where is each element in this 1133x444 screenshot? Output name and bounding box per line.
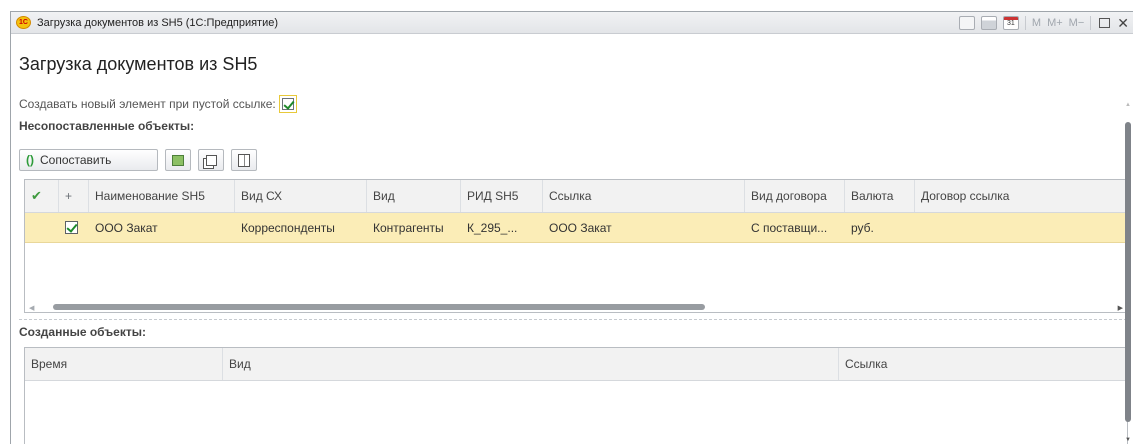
window-title: Загрузка документов из SH5 (1С:Предприят… xyxy=(37,17,279,29)
title-bar-tools: 31 M M+ M− ✕ xyxy=(958,14,1133,32)
refresh-icon: () xyxy=(26,153,34,167)
unmatched-toolbar: () Сопоставить xyxy=(19,149,264,171)
cell-currency[interactable]: руб. xyxy=(845,213,915,242)
memory-button[interactable]: M xyxy=(1032,17,1041,29)
create-new-label: Создавать новый элемент при пустой ссылк… xyxy=(19,97,276,111)
checkmark-icon xyxy=(281,98,294,110)
column-header-contract-type[interactable]: Вид договора xyxy=(745,180,845,212)
calendar-icon[interactable]: 31 xyxy=(1002,16,1019,30)
match-button[interactable]: () Сопоставить xyxy=(19,149,158,171)
main-window: 1С Загрузка документов из SH5 (1С:Предпр… xyxy=(10,11,1133,444)
memory-plus-button[interactable]: M+ xyxy=(1047,17,1063,29)
create-new-checkbox[interactable] xyxy=(278,95,297,113)
table-header: ✔ + Наименование SH5 Вид СХ Вид РИД SH5 … xyxy=(25,180,1127,213)
column-header-rid[interactable]: РИД SH5 xyxy=(461,180,543,212)
cell-vid[interactable]: Контрагенты xyxy=(367,213,461,242)
column-header-plus[interactable]: + xyxy=(59,180,89,212)
divider xyxy=(1024,16,1026,30)
scroll-down-icon[interactable]: ▼ xyxy=(1125,437,1131,443)
created-section-title: Созданные объекты: xyxy=(19,325,146,339)
table-header: Время Вид Ссылка xyxy=(25,348,1127,381)
maximize-icon[interactable] xyxy=(1099,18,1111,28)
check-all-icon xyxy=(172,154,184,166)
row-mark-cell xyxy=(25,213,59,242)
check-icon: ✔ xyxy=(31,188,42,203)
scroll-left-icon[interactable]: ◀ xyxy=(29,304,34,312)
scroll-thumb[interactable] xyxy=(1125,122,1131,422)
vertical-scrollbar[interactable]: ▲ ▼ xyxy=(1123,102,1133,444)
column-header-vid[interactable]: Вид xyxy=(367,180,461,212)
create-new-option: Создавать новый элемент при пустой ссылк… xyxy=(19,94,297,114)
app-logo-icon: 1С xyxy=(16,16,31,29)
cell-link[interactable]: ООО Закат xyxy=(543,213,745,242)
copy-icon xyxy=(205,154,217,166)
calculator-icon[interactable] xyxy=(980,16,997,30)
match-button-label: Сопоставить xyxy=(40,153,112,167)
form-title: Загрузка документов из SH5 xyxy=(19,54,258,74)
column-header-mark[interactable]: ✔ xyxy=(25,180,59,212)
scroll-thumb[interactable] xyxy=(53,304,705,310)
column-header-name[interactable]: Наименование SH5 xyxy=(89,180,235,212)
memory-minus-button[interactable]: M− xyxy=(1069,17,1085,29)
column-header-currency[interactable]: Валюта xyxy=(845,180,915,212)
copy-button[interactable] xyxy=(198,149,224,171)
plus-label: + xyxy=(65,189,73,203)
unmatched-table[interactable]: ✔ + Наименование SH5 Вид СХ Вид РИД SH5 … xyxy=(24,179,1128,313)
cell-rid[interactable]: К_295_... xyxy=(461,213,543,242)
column-header-link[interactable]: Ссылка xyxy=(839,348,1127,380)
column-header-contract-link[interactable]: Договор ссылка xyxy=(915,180,1127,212)
print-icon[interactable] xyxy=(958,16,975,30)
column-header-vid-sx[interactable]: Вид СХ xyxy=(235,180,367,212)
divider xyxy=(1090,16,1092,30)
title-bar: 1С Загрузка документов из SH5 (1С:Предпр… xyxy=(11,12,1133,34)
section-divider xyxy=(19,319,1127,320)
unmatched-section-title: Несопоставленные объекты: xyxy=(19,119,195,133)
row-check-cell xyxy=(59,213,89,242)
column-header-time[interactable]: Время xyxy=(25,348,223,380)
close-icon[interactable]: ✕ xyxy=(1117,16,1129,30)
cell-contract-type[interactable]: С поставщи... xyxy=(745,213,845,242)
columns-icon xyxy=(238,153,250,167)
column-header-vid[interactable]: Вид xyxy=(223,348,839,380)
columns-button[interactable] xyxy=(231,149,257,171)
cell-contract-link[interactable] xyxy=(915,213,1127,242)
cell-name[interactable]: ООО Закат xyxy=(89,213,235,242)
scroll-up-icon[interactable]: ▲ xyxy=(1125,102,1131,108)
column-header-link[interactable]: Ссылка xyxy=(543,180,745,212)
table-row[interactable]: ООО Закат Корреспонденты Контрагенты К_2… xyxy=(25,213,1127,243)
cell-vid-sx[interactable]: Корреспонденты xyxy=(235,213,367,242)
row-checkbox[interactable] xyxy=(65,221,78,234)
horizontal-scrollbar[interactable]: ◀ ▶ xyxy=(25,304,1127,312)
created-table[interactable]: Время Вид Ссылка xyxy=(24,347,1128,444)
check-all-button[interactable] xyxy=(165,149,191,171)
